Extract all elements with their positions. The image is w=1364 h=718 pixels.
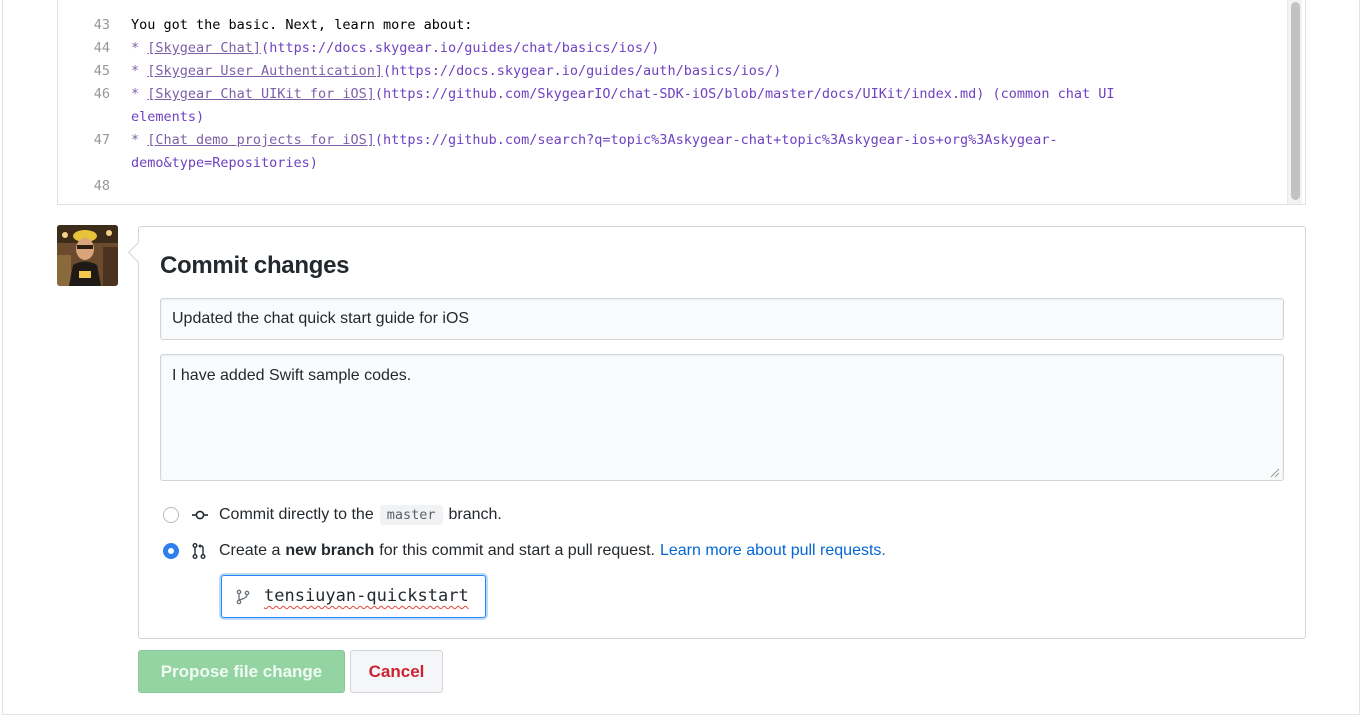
code-segment-link: [Skygear Chat] — [147, 40, 262, 56]
learn-more-pull-requests-link[interactable]: Learn more about pull requests. — [660, 542, 886, 560]
commit-title: Commit changes — [160, 252, 350, 279]
code-line[interactable]: 47 * [Chat demo projects for iOS](https:/… — [58, 129, 1278, 152]
propose-file-change-button[interactable]: Propose file change — [138, 650, 345, 693]
code-segment-url: (https://docs.skygear.io/guides/auth/bas… — [382, 63, 782, 79]
commit-direct-suffix: branch. — [448, 506, 502, 523]
code-line[interactable]: 46 * [Skygear Chat UIKit for iOS](https:/… — [58, 83, 1278, 106]
commit-direct-radio[interactable] — [163, 507, 179, 523]
line-number: 48 — [93, 178, 110, 194]
code-text: demo&type=Repositories) — [131, 152, 318, 175]
code-editor[interactable]: 48 demo&type=Repositories) 47 * [Chat demo … — [57, 0, 1306, 205]
avatar-image — [57, 225, 118, 286]
code-segment-plain: You got the basic. Next, learn more abou… — [131, 17, 473, 33]
line-number: 45 — [93, 63, 110, 79]
line-number: 44 — [93, 40, 110, 56]
branch-name-value: tensiuyan-quickstart — [264, 586, 469, 606]
line-number: 42 — [58, 0, 110, 8]
commit-description-textarea[interactable]: I have added Swift sample codes. — [160, 354, 1284, 481]
code-text: * [Skygear Chat UIKit for iOS](https://g… — [131, 83, 1114, 106]
new-branch-radio[interactable] — [163, 543, 179, 559]
code-segment-bullet: * — [131, 132, 148, 148]
master-branch-label: master — [379, 505, 443, 525]
line-number: 47 — [93, 132, 110, 148]
code-line[interactable]: elements) — [58, 106, 1278, 129]
code-text: * [Skygear Chat](https://docs.skygear.io… — [131, 37, 659, 60]
new-branch-bold: new branch — [285, 542, 375, 559]
code-segment-link: [Chat demo projects for iOS] — [147, 132, 375, 148]
code-line[interactable]: 43 You got the basic. Next, learn more ab… — [58, 14, 1278, 37]
commit-description-text: I have added Swift sample codes. — [172, 367, 412, 384]
code-segment-url: (https://github.com/search?q=topic%3Asky… — [374, 132, 1058, 148]
code-segment-bullet: * — [131, 86, 148, 102]
code-segment-bullet: * — [131, 40, 148, 56]
code-segment-url: demo&type=Repositories) — [131, 155, 318, 171]
new-branch-suffix: for this commit and start a pull request… — [379, 542, 655, 559]
code-segment-url: (https://docs.skygear.io/guides/chat/bas… — [261, 40, 660, 56]
code-line[interactable]: 44 * [Skygear Chat](https://docs.skygear.… — [58, 37, 1278, 60]
git-pull-request-icon — [192, 543, 206, 559]
avatar — [57, 225, 118, 286]
editor-scrollbar-thumb[interactable] — [1291, 2, 1300, 200]
code-line[interactable]: demo&type=Repositories) — [58, 152, 1278, 175]
commit-direct-prefix: Commit directly to the — [219, 506, 374, 523]
git-branch-icon — [236, 589, 250, 605]
line-number: 43 — [93, 17, 110, 33]
code-segment-link: [Skygear Chat UIKit for iOS] — [147, 86, 375, 102]
code-text: You got the basic. Next, learn more abou… — [131, 14, 472, 37]
commit-direct-option[interactable]: Commit directly to the master branch. — [163, 503, 502, 527]
code-text: * [Skygear User Authentication](https://… — [131, 60, 781, 83]
code-segment-url: elements) — [131, 109, 205, 125]
new-branch-option[interactable]: Create a new branch for this commit and … — [163, 539, 886, 563]
code-segment-bullet: * — [131, 63, 148, 79]
cancel-button[interactable]: Cancel — [350, 650, 443, 693]
new-branch-prefix: Create a — [219, 542, 281, 559]
code-line[interactable]: 45 * [Skygear User Authentication](https:… — [58, 60, 1278, 83]
code-line[interactable]: 48 — [58, 175, 1278, 198]
git-commit-icon — [192, 510, 208, 520]
code-text: elements) — [131, 106, 204, 129]
commit-summary-input[interactable]: Updated the chat quick start guide for i… — [160, 298, 1284, 340]
code-segment-link: [Skygear User Authentication] — [147, 63, 383, 79]
code-text: * [Chat demo projects for iOS](https://g… — [131, 129, 1058, 152]
resize-grip-icon[interactable] — [1270, 468, 1280, 478]
code-line[interactable]: 42 — [58, 0, 1278, 8]
code-segment-url: (https://github.com/SkygearIO/chat-SDK-i… — [374, 86, 1115, 102]
line-number: 46 — [93, 86, 110, 102]
branch-name-input[interactable]: tensiuyan-quickstart — [221, 575, 486, 618]
